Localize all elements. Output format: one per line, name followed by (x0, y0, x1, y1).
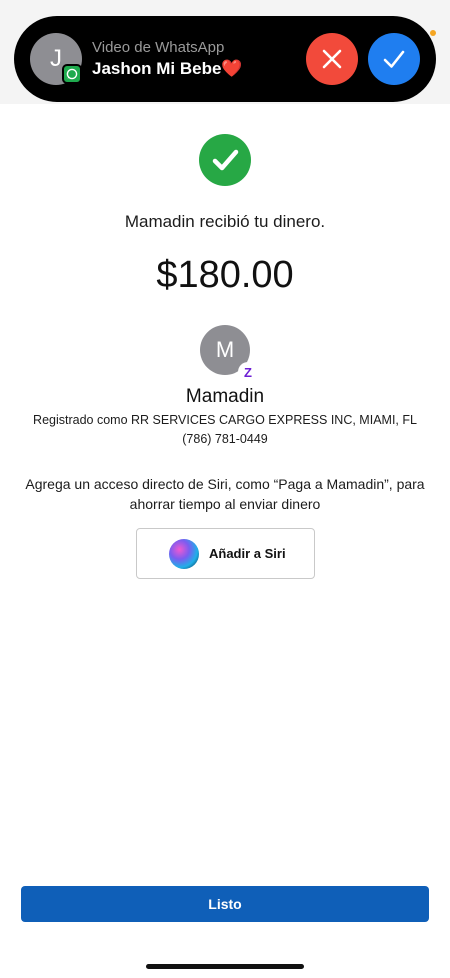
payment-confirmation-screen: J Video de WhatsApp Jashon Mi Bebe❤️ Mam (0, 0, 450, 978)
caller-info: Video de WhatsApp Jashon Mi Bebe❤️ (92, 38, 243, 80)
checkmark-icon (383, 50, 405, 68)
checkmark-circle-icon (199, 134, 251, 186)
home-indicator[interactable] (146, 964, 304, 969)
privacy-indicator-dot (430, 30, 436, 36)
decline-call-button[interactable] (306, 33, 358, 85)
siri-icon (169, 538, 199, 569)
close-icon (322, 49, 342, 69)
zelle-icon: Z (238, 362, 258, 382)
add-to-siri-label: Añadir a Siri (209, 546, 286, 561)
confirmation-message: Mamadin recibió tu dinero. (124, 212, 326, 231)
whatsapp-icon (62, 64, 82, 84)
done-button[interactable]: Listo (21, 886, 429, 922)
recipient-name: Mamadin (185, 386, 265, 407)
call-type-label: Video de WhatsApp (92, 39, 225, 56)
recipient-registration: Registrado como RR SERVICES CARGO EXPRES… (33, 413, 417, 427)
siri-shortcut-prompt: Agrega un acceso directo de Siri, como “… (25, 476, 425, 512)
recipient-phone: (786) 781-0449 (182, 432, 268, 446)
caller-name: Jashon Mi Bebe❤️ (92, 59, 243, 78)
amount-sent: $180.00 (156, 254, 294, 296)
accept-call-button[interactable] (368, 33, 420, 85)
incoming-call-banner[interactable]: J Video de WhatsApp Jashon Mi Bebe❤️ (14, 16, 436, 102)
add-to-siri-button[interactable]: Añadir a Siri (136, 528, 315, 579)
